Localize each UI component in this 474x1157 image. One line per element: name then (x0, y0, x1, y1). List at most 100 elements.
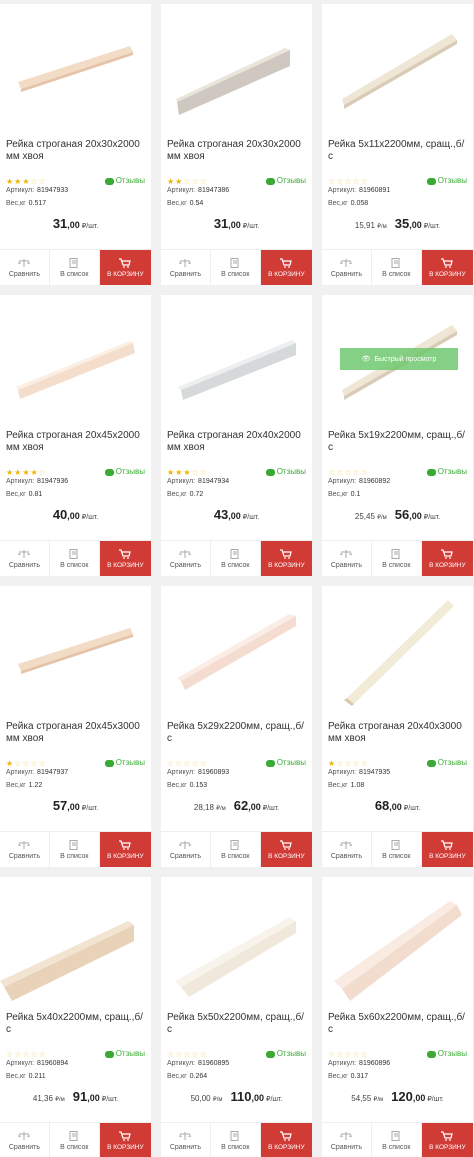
add-to-cart-button[interactable]: В КОРЗИНУ (99, 832, 152, 867)
product-image-area[interactable] (322, 877, 473, 1005)
star-icon: ☆ (191, 759, 199, 768)
compare-button[interactable]: Сравнить (161, 832, 211, 867)
product-title[interactable]: Рейка строганая 20х40х2000 мм хвоя (167, 430, 307, 454)
compare-button[interactable]: Сравнить (161, 1123, 211, 1157)
product-image-area[interactable]: 👁 Быстрый просмотр (322, 295, 473, 423)
product-image-area[interactable] (0, 877, 151, 1005)
product-image[interactable] (0, 877, 151, 1005)
product-image-area[interactable] (161, 877, 312, 1005)
add-to-cart-button[interactable]: В КОРЗИНУ (421, 541, 474, 576)
add-to-list-button[interactable]: В список (50, 832, 100, 867)
product-image[interactable] (0, 586, 151, 714)
product-image[interactable] (161, 4, 312, 132)
compare-button[interactable]: Сравнить (322, 541, 372, 576)
product-image-area[interactable] (161, 4, 312, 132)
product-title[interactable]: Рейка 5x29x2200мм, сращ.,б/с (167, 721, 307, 745)
reviews-link[interactable]: Отзывы (104, 467, 145, 477)
add-to-list-button[interactable]: В список (50, 250, 100, 285)
compare-button[interactable]: Сравнить (322, 1123, 372, 1157)
reviews-link[interactable]: Отзывы (426, 467, 467, 477)
product-image[interactable] (161, 877, 312, 1005)
product-image[interactable] (161, 295, 312, 423)
add-to-list-button[interactable]: В список (372, 1123, 422, 1157)
add-to-cart-button[interactable]: В КОРЗИНУ (260, 832, 313, 867)
compare-button[interactable]: Сравнить (0, 832, 50, 867)
add-to-cart-button[interactable]: В КОРЗИНУ (260, 1123, 313, 1157)
product-image[interactable] (0, 295, 151, 423)
product-title[interactable]: Рейка 5x40x2200мм, сращ.,б/с (6, 1012, 146, 1036)
reviews-link[interactable]: Отзывы (265, 1049, 306, 1059)
add-to-cart-button[interactable]: В КОРЗИНУ (421, 250, 474, 285)
product-card[interactable]: Рейка строганая 20х30х2000 мм хвоя ★ ★ ★ ☆ ☆ О… (0, 4, 152, 285)
product-card[interactable]: Рейка строганая 20х30х2000 мм хвоя ★ ★ ☆ ☆ ☆ О… (161, 4, 313, 285)
product-image[interactable] (0, 4, 151, 132)
reviews-link[interactable]: Отзывы (265, 758, 306, 768)
product-image[interactable] (322, 4, 473, 132)
compare-button[interactable]: Сравнить (322, 832, 372, 867)
product-card[interactable]: Рейка строганая 20х45х2000 мм хвоя ★ ★ ★ ★ ☆ О… (0, 295, 152, 576)
star-icon: ☆ (336, 1050, 344, 1059)
price-unit: ₽/шт. (265, 1096, 283, 1103)
add-to-cart-button[interactable]: В КОРЗИНУ (260, 541, 313, 576)
quick-view-button[interactable]: 👁 Быстрый просмотр (340, 348, 458, 370)
product-card[interactable]: Рейка строганая 20х40х3000 мм хвоя ★ ☆ ☆ ☆ ☆ О… (322, 586, 474, 867)
reviews-link[interactable]: Отзывы (426, 176, 467, 186)
product-title[interactable]: Рейка 5x19x2200мм, сращ.,б/с (328, 430, 468, 454)
product-image-area[interactable] (0, 295, 151, 423)
product-title[interactable]: Рейка 5x11x2200мм, сращ.,б/с (328, 139, 468, 163)
product-image[interactable] (161, 586, 312, 714)
product-title[interactable]: Рейка 5x50x2200мм, сращ.,б/с (167, 1012, 307, 1036)
product-image-area[interactable] (0, 4, 151, 132)
product-card[interactable]: Рейка 5x50x2200мм, сращ.,б/с ☆ ☆ ☆ ☆ ☆ Отзывы А… (161, 877, 313, 1157)
product-card[interactable]: Рейка 5x40x2200мм, сращ.,б/с ☆ ☆ ☆ ☆ ☆ Отзывы А… (0, 877, 152, 1157)
add-to-list-button[interactable]: В список (211, 832, 261, 867)
add-to-list-button[interactable]: В список (211, 541, 261, 576)
product-image[interactable] (322, 877, 473, 1005)
compare-button[interactable]: Сравнить (0, 1123, 50, 1157)
add-to-cart-button[interactable]: В КОРЗИНУ (99, 541, 152, 576)
product-card[interactable]: Рейка 5x29x2200мм, сращ.,б/с ☆ ☆ ☆ ☆ ☆ Отзывы А… (161, 586, 313, 867)
reviews-link[interactable]: Отзывы (265, 176, 306, 186)
add-to-cart-button[interactable]: В КОРЗИНУ (421, 1123, 474, 1157)
add-to-list-button[interactable]: В список (372, 832, 422, 867)
add-to-cart-button[interactable]: В КОРЗИНУ (421, 832, 474, 867)
reviews-link[interactable]: Отзывы (426, 1049, 467, 1059)
add-to-list-button[interactable]: В список (372, 250, 422, 285)
reviews-link[interactable]: Отзывы (104, 1049, 145, 1059)
product-image-area[interactable] (0, 586, 151, 714)
product-image-area[interactable] (161, 295, 312, 423)
product-card[interactable]: Рейка 5x60x2200мм, сращ.,б/с ☆ ☆ ☆ ☆ ☆ Отзывы А… (322, 877, 474, 1157)
product-title[interactable]: Рейка 5x60x2200мм, сращ.,б/с (328, 1012, 468, 1036)
reviews-link[interactable]: Отзывы (265, 467, 306, 477)
compare-button[interactable]: Сравнить (0, 541, 50, 576)
add-to-cart-button[interactable]: В КОРЗИНУ (99, 250, 152, 285)
product-title[interactable]: Рейка строганая 20х45х3000 мм хвоя (6, 721, 146, 745)
add-to-list-button[interactable]: В список (50, 1123, 100, 1157)
add-to-list-button[interactable]: В список (211, 1123, 261, 1157)
product-image-area[interactable] (161, 586, 312, 714)
add-to-list-button[interactable]: В список (211, 250, 261, 285)
reviews-link[interactable]: Отзывы (104, 758, 145, 768)
add-to-cart-button[interactable]: В КОРЗИНУ (260, 250, 313, 285)
add-to-list-button[interactable]: В список (50, 541, 100, 576)
compare-button[interactable]: Сравнить (161, 541, 211, 576)
product-title[interactable]: Рейка строганая 20х30х2000 мм хвоя (167, 139, 307, 163)
compare-button[interactable]: Сравнить (322, 250, 372, 285)
product-image-area[interactable] (322, 586, 473, 714)
star-icon: ☆ (6, 1050, 14, 1059)
add-to-list-button[interactable]: В список (372, 541, 422, 576)
compare-button[interactable]: Сравнить (0, 250, 50, 285)
product-image-area[interactable] (322, 4, 473, 132)
reviews-link[interactable]: Отзывы (426, 758, 467, 768)
compare-button[interactable]: Сравнить (161, 250, 211, 285)
product-card[interactable]: 👁 Быстрый просмотр Рейка 5x19x2200мм, сращ… (322, 295, 474, 576)
product-card[interactable]: Рейка строганая 20х40х2000 мм хвоя ★ ★ ★ ☆ ☆ О… (161, 295, 313, 576)
product-title[interactable]: Рейка строганая 20х30х2000 мм хвоя (6, 139, 146, 163)
product-image[interactable] (322, 586, 473, 714)
product-title[interactable]: Рейка строганая 20х45х2000 мм хвоя (6, 430, 146, 454)
product-title[interactable]: Рейка строганая 20х40х3000 мм хвоя (328, 721, 468, 745)
add-to-cart-button[interactable]: В КОРЗИНУ (99, 1123, 152, 1157)
reviews-link[interactable]: Отзывы (104, 176, 145, 186)
product-card[interactable]: Рейка строганая 20х45х3000 мм хвоя ★ ☆ ☆ ☆ ☆ О… (0, 586, 152, 867)
product-card[interactable]: Рейка 5x11x2200мм, сращ.,б/с ☆ ☆ ☆ ☆ ☆ Отзывы А… (322, 4, 474, 285)
